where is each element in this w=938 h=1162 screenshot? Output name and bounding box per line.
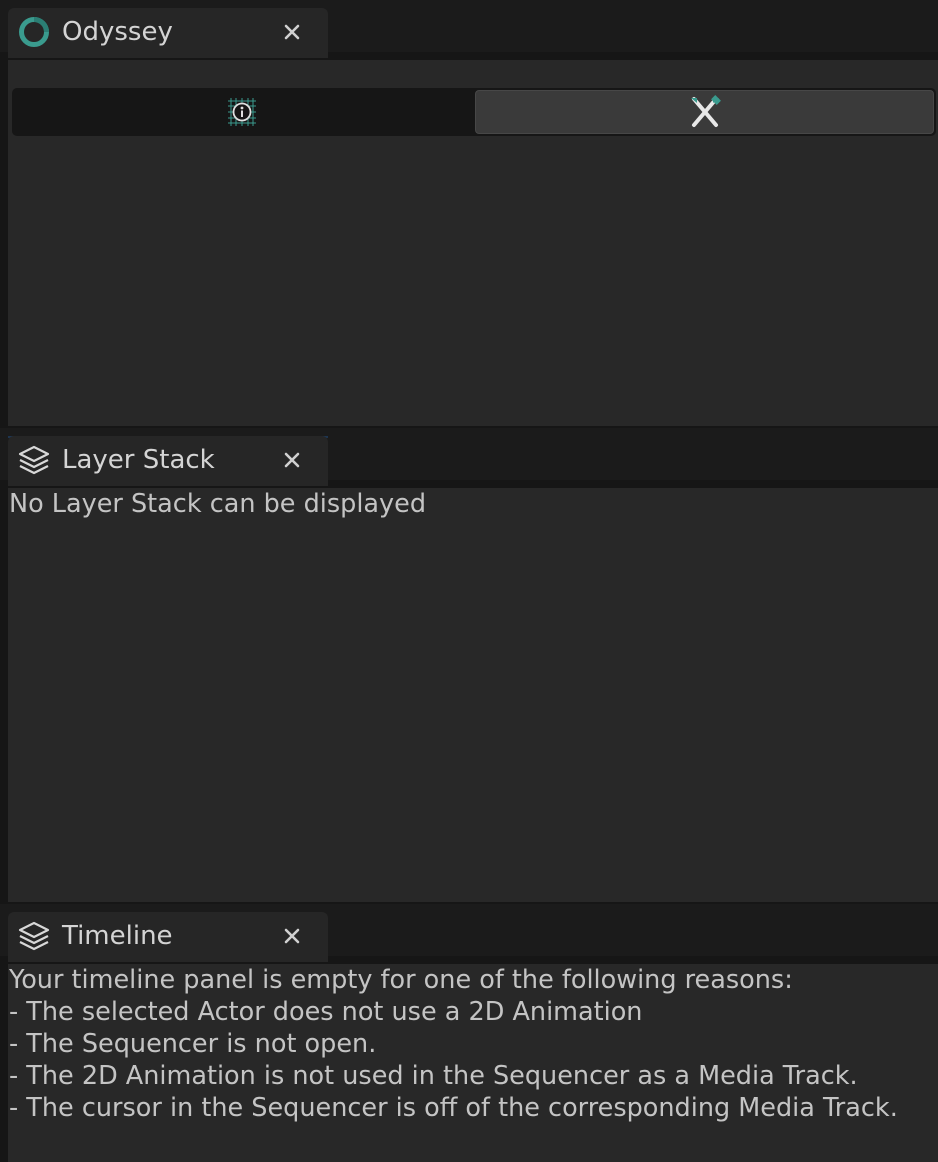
info-grid-icon <box>228 98 256 126</box>
layers-icon <box>18 444 50 476</box>
empty-reason-item: - The 2D Animation is not used in the Se… <box>9 1061 858 1091</box>
timeline-tab[interactable]: Timeline <box>8 912 328 962</box>
tab-title: Timeline <box>62 921 173 951</box>
close-icon[interactable] <box>280 448 304 472</box>
tab-title: Layer Stack <box>62 445 215 475</box>
empty-reason-header: Your timeline panel is empty for one of … <box>9 965 793 995</box>
odyssey-tab[interactable]: Odyssey <box>8 8 328 58</box>
close-icon[interactable] <box>280 20 304 44</box>
close-icon[interactable] <box>280 924 304 948</box>
empty-reason-item: - The Sequencer is not open. <box>9 1029 377 1059</box>
crossed-brushes-icon <box>690 95 721 127</box>
empty-message: No Layer Stack can be displayed <box>9 489 427 519</box>
empty-reason-item: - The selected Actor does not use a 2D A… <box>9 997 643 1027</box>
tab-title: Odyssey <box>62 17 173 47</box>
odyssey-ring-icon <box>18 16 50 48</box>
layer-stack-tab[interactable]: Layer Stack <box>8 436 328 486</box>
layer-stack-panel: Layer Stack No Layer Stack can be displa… <box>0 428 938 902</box>
paint-mode-button[interactable] <box>475 90 934 134</box>
layers-icon <box>18 920 50 952</box>
odyssey-content <box>8 60 938 426</box>
info-mode-button[interactable] <box>14 90 470 134</box>
mode-toggle <box>12 88 936 136</box>
layer-stack-content: No Layer Stack can be displayed <box>8 488 938 902</box>
empty-reason-item: - The cursor in the Sequencer is off of … <box>9 1093 898 1123</box>
odyssey-panel: Odyssey <box>0 0 938 426</box>
timeline-panel: Timeline Your timeline panel is empty fo… <box>0 904 938 1162</box>
timeline-content: Your timeline panel is empty for one of … <box>8 964 938 1162</box>
